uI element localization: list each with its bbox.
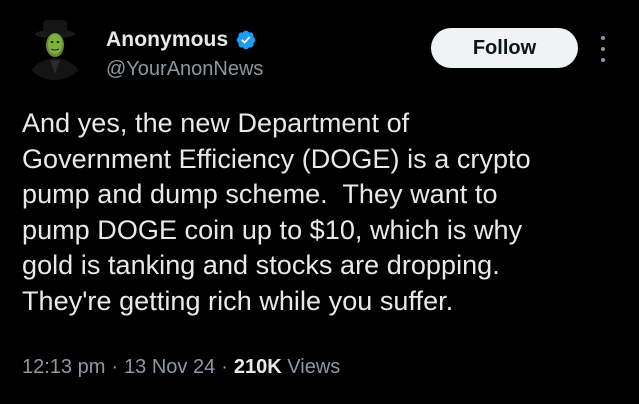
verified-badge-icon[interactable] [235,29,257,51]
follow-button[interactable]: Follow [431,28,578,68]
views-label: Views [287,356,341,378]
tweet-date[interactable]: 13 Nov 24 [124,356,215,378]
tweet-text-line: Government Efficiency (DOGE) is a crypto [22,143,531,174]
more-dot [601,47,605,51]
more-vertical-icon[interactable] [596,36,610,62]
avatar[interactable] [22,14,88,80]
tweet-text-line: pump and dump scheme. They want to [22,179,498,209]
tweet-meta: 12:13 pm · 13 Nov 24 · 210K Views [22,354,340,380]
meta-separator: · [111,356,119,378]
views-count[interactable]: 210K [234,356,282,378]
tweet-text: And yes, the new Department of Governmen… [22,106,622,319]
author-block: Anonymous @YourAnonNews [106,27,263,82]
more-dot [601,58,605,62]
anonymous-mask-avatar-icon [22,14,88,80]
tweet-text-line: gold is tanking and stocks are dropping. [22,250,500,280]
meta-separator: · [221,356,228,378]
tweet-text-line: They're getting rich while you suffer. [22,285,454,316]
tweet-text-line: And yes, the new Department of [22,108,410,138]
user-handle[interactable]: @YourAnonNews [106,56,263,82]
tweet-card: Anonymous @YourAnonNews Follow And yes, … [0,0,639,404]
more-dot [601,36,605,40]
name-row: Anonymous [106,27,263,53]
tweet-time[interactable]: 12:13 pm [22,356,105,378]
tweet-text-line: pump DOGE coin up to $10, which is why [22,214,523,245]
display-name[interactable]: Anonymous [106,27,228,53]
